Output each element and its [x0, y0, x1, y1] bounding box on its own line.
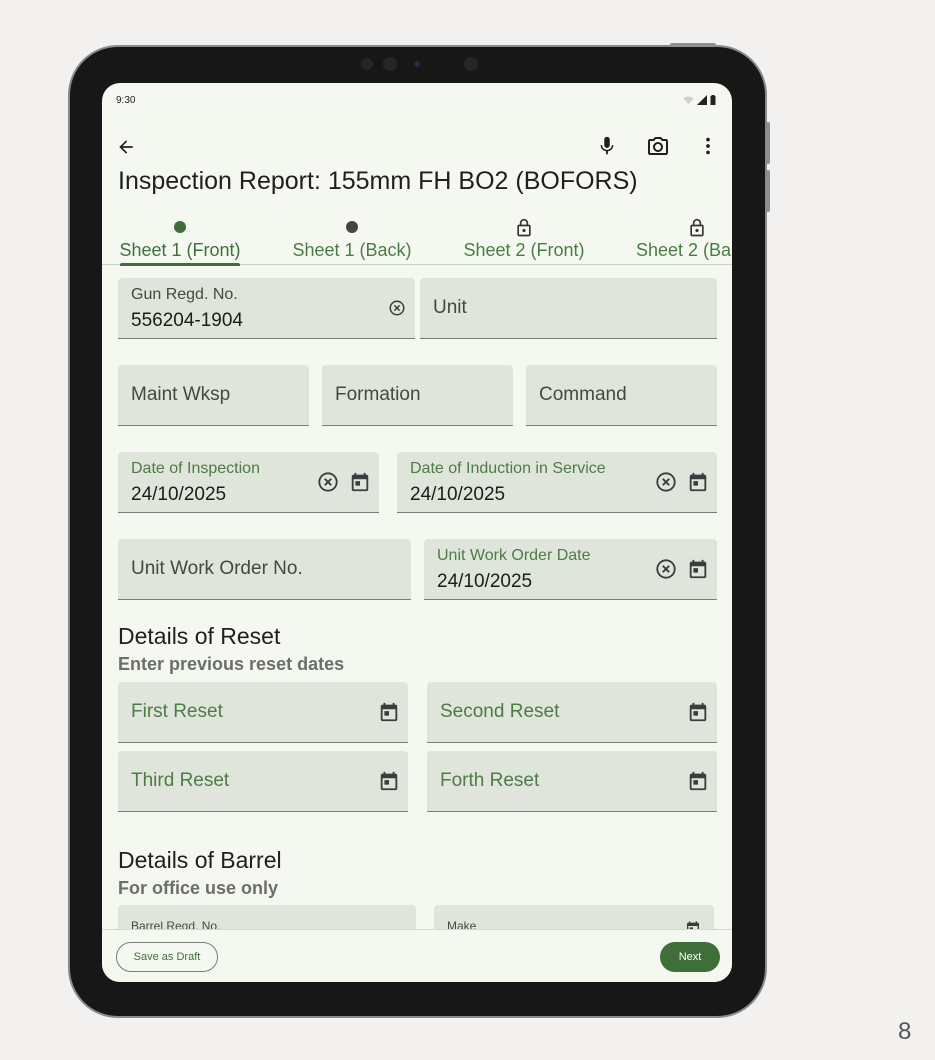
status-time: 9:30	[116, 95, 136, 106]
lock-icon	[690, 218, 704, 237]
clear-circle-icon	[389, 300, 405, 316]
date-picker-button[interactable]	[686, 557, 710, 581]
tab-sheet-2-back[interactable]: Sheet 2 (Ba	[634, 215, 732, 265]
date-picker-button[interactable]	[686, 700, 710, 724]
unit-work-order-no-field[interactable]: Unit Work Order No.	[118, 539, 411, 600]
second-reset-field[interactable]: Second Reset	[427, 682, 717, 743]
power-button	[670, 43, 716, 47]
sensor-dot	[361, 58, 373, 70]
field-label: Gun Regd. No.	[131, 286, 238, 303]
clear-button[interactable]	[386, 297, 408, 319]
clear-circle-icon	[656, 472, 676, 492]
field-label: Date of Induction in Service	[410, 460, 606, 477]
date-picker-button[interactable]	[377, 769, 401, 793]
tab-sheet-1-front[interactable]: Sheet 1 (Front)	[118, 215, 242, 266]
field-placeholder: Unit	[433, 297, 467, 318]
field-label: Date of Inspection	[131, 460, 260, 477]
back-button[interactable]	[112, 133, 140, 161]
field-label: Unit Work Order Date	[437, 547, 591, 564]
tab-label: Sheet 1 (Front)	[119, 240, 241, 260]
wifi-icon	[683, 95, 694, 104]
field-value: 556204-1904	[131, 310, 243, 331]
page-number: 8	[898, 1018, 912, 1045]
field-placeholder: Maint Wksp	[131, 384, 231, 405]
tab-sheet-2-front[interactable]: Sheet 2 (Front)	[461, 215, 587, 265]
gun-regd-no-field[interactable]: Gun Regd. No. 556204-1904	[118, 278, 415, 339]
unit-work-order-date-field[interactable]: Unit Work Order Date 24/10/2025	[424, 539, 717, 600]
third-reset-field[interactable]: Third Reset	[118, 751, 408, 812]
date-of-inspection-field[interactable]: Date of Inspection 24/10/2025	[118, 452, 379, 513]
status-icons	[683, 95, 716, 105]
rear-sensor	[464, 57, 478, 71]
maint-wksp-field[interactable]: Maint Wksp	[118, 365, 309, 426]
calendar-icon	[689, 559, 707, 579]
tab-label: Sheet 2 (Ba	[636, 240, 732, 260]
unit-field[interactable]: Unit	[420, 278, 717, 339]
front-camera	[383, 57, 397, 71]
calendar-icon	[689, 771, 707, 791]
camera-indicator	[414, 61, 420, 67]
fourth-reset-field[interactable]: Forth Reset	[427, 751, 717, 812]
microphone-icon	[600, 136, 614, 155]
status-bar: 9:30	[102, 83, 732, 117]
tab-sheet-1-back[interactable]: Sheet 1 (Back)	[290, 215, 414, 265]
save-as-draft-button[interactable]: Save as Draft	[116, 942, 218, 972]
sheet-tabs: Sheet 1 (Front) Sheet 1 (Back) Sheet 2 (…	[102, 215, 732, 266]
back-arrow-icon	[119, 140, 133, 154]
page-title: Inspection Report: 155mm FH BO2 (BOFORS)	[118, 167, 638, 195]
voice-input-button[interactable]	[593, 132, 621, 160]
field-placeholder: Third Reset	[131, 770, 230, 791]
field-placeholder: Forth Reset	[440, 770, 540, 791]
tab-label: Sheet 1 (Back)	[292, 240, 412, 260]
clear-button[interactable]	[654, 470, 678, 494]
dot-icon	[346, 221, 358, 233]
reset-section-subtitle: Enter previous reset dates	[118, 654, 345, 674]
volume-down-button	[766, 170, 770, 212]
date-picker-button[interactable]	[686, 769, 710, 793]
field-value: 24/10/2025	[131, 484, 227, 505]
field-value: 24/10/2025	[410, 484, 506, 505]
active-dot-icon	[174, 221, 186, 233]
clear-circle-icon	[656, 559, 676, 579]
field-placeholder: Command	[539, 384, 627, 405]
field-placeholder: Second Reset	[440, 701, 560, 722]
more-options-button[interactable]	[694, 132, 722, 160]
tab-label: Sheet 2 (Front)	[463, 240, 585, 260]
battery-icon	[710, 95, 716, 105]
signal-icon	[697, 95, 707, 105]
volume-up-button	[766, 122, 770, 164]
lock-icon	[517, 218, 531, 237]
command-field[interactable]: Command	[526, 365, 717, 426]
clear-circle-icon	[318, 472, 338, 492]
date-picker-button[interactable]	[348, 470, 372, 494]
date-picker-button[interactable]	[377, 700, 401, 724]
barrel-section-title: Details of Barrel	[118, 847, 282, 873]
field-placeholder: First Reset	[131, 701, 223, 722]
calendar-icon	[380, 702, 398, 722]
more-vert-icon	[706, 137, 710, 155]
calendar-icon	[689, 472, 707, 492]
calendar-icon	[380, 771, 398, 791]
date-picker-button[interactable]	[686, 470, 710, 494]
first-reset-field[interactable]: First Reset	[118, 682, 408, 743]
app-screen: 9:30 Inspection Report: 155mm FH BO2 (BO…	[102, 83, 732, 982]
clear-button[interactable]	[316, 470, 340, 494]
reset-section-title: Details of Reset	[118, 623, 281, 649]
clear-button[interactable]	[654, 557, 678, 581]
active-tab-indicator	[120, 263, 240, 266]
field-placeholder: Unit Work Order No.	[131, 558, 303, 579]
formation-field[interactable]: Formation	[322, 365, 513, 426]
camera-button[interactable]	[644, 132, 672, 160]
calendar-icon	[351, 472, 369, 492]
top-app-bar	[102, 129, 732, 165]
date-of-induction-field[interactable]: Date of Induction in Service 24/10/2025	[397, 452, 717, 513]
calendar-icon	[689, 702, 707, 722]
bottom-action-bar: Save as Draft Next	[102, 929, 732, 982]
next-button[interactable]: Next	[660, 942, 720, 972]
field-placeholder: Formation	[335, 384, 421, 405]
camera-icon	[648, 137, 668, 155]
field-value: 24/10/2025	[437, 571, 533, 592]
barrel-section-subtitle: For office use only	[118, 878, 279, 898]
